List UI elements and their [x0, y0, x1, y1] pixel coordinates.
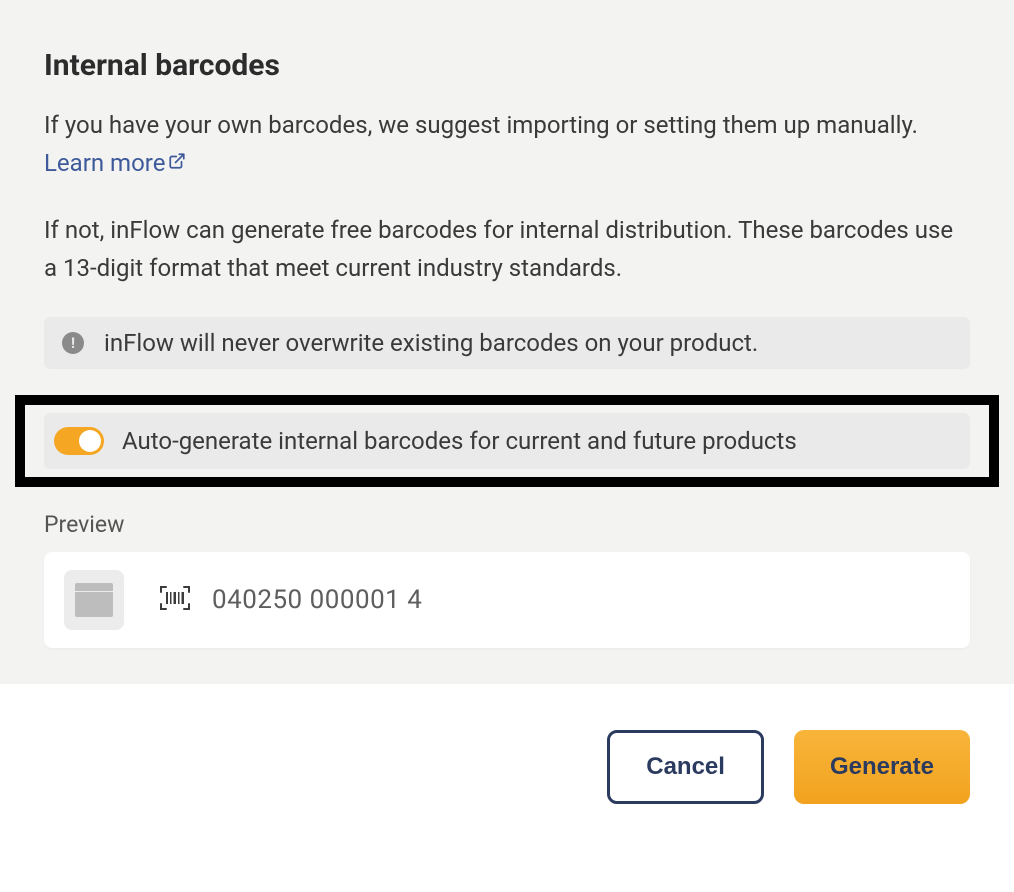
learn-more-text: Learn more — [44, 149, 165, 177]
info-banner: ! inFlow will never overwrite existing b… — [44, 317, 970, 369]
settings-panel: Internal barcodes If you have your own b… — [0, 0, 1014, 684]
auto-generate-toggle-row[interactable]: Auto-generate internal barcodes for curr… — [44, 413, 970, 469]
barcode-icon — [160, 586, 190, 614]
auto-generate-toggle[interactable] — [54, 427, 104, 455]
toggle-knob — [79, 430, 101, 452]
footer-actions: Cancel Generate — [0, 684, 1014, 844]
preview-label: Preview — [44, 511, 970, 538]
info-text: inFlow will never overwrite existing bar… — [104, 329, 758, 357]
external-link-icon — [168, 144, 186, 181]
intro-text: If you have your own barcodes, we sugges… — [44, 111, 918, 139]
highlighted-toggle-frame: Auto-generate internal barcodes for curr… — [15, 395, 999, 487]
intro-paragraph-1: If you have your own barcodes, we sugges… — [44, 107, 970, 182]
barcode-row: 040250 000001 4 — [160, 585, 422, 615]
cancel-button[interactable]: Cancel — [607, 730, 764, 804]
preview-card: 040250 000001 4 — [44, 552, 970, 648]
product-icon — [64, 570, 124, 630]
learn-more-link[interactable]: Learn more — [44, 149, 186, 177]
auto-generate-toggle-label: Auto-generate internal barcodes for curr… — [122, 427, 797, 455]
barcode-value: 040250 000001 4 — [212, 585, 422, 615]
generate-button[interactable]: Generate — [794, 730, 970, 804]
intro-paragraph-2: If not, inFlow can generate free barcode… — [44, 212, 970, 286]
info-icon: ! — [62, 332, 84, 354]
page-title: Internal barcodes — [44, 48, 970, 83]
